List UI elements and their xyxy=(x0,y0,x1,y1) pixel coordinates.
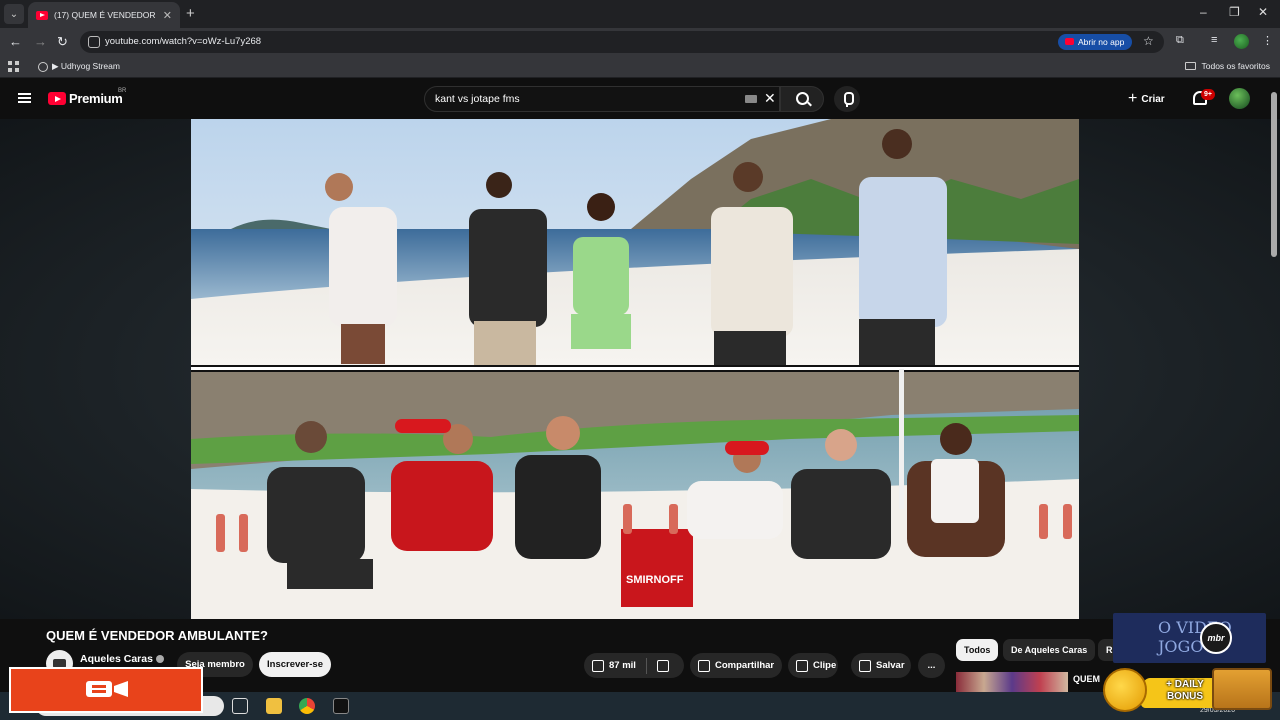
country-code: BR xyxy=(118,88,127,94)
browser-menu-icon[interactable]: ⋮ xyxy=(1262,34,1273,47)
hamburger-menu-icon[interactable] xyxy=(18,93,31,103)
channel-name-text: Aqueles Caras xyxy=(80,653,153,665)
voice-search-button[interactable] xyxy=(834,86,860,112)
restore-icon[interactable]: ❐ xyxy=(1229,5,1240,19)
close-window-icon[interactable]: ✕ xyxy=(1258,5,1268,19)
reload-icon[interactable]: ↻ xyxy=(57,34,68,50)
search-query[interactable]: kant vs jotape fms xyxy=(435,93,520,105)
file-explorer-icon[interactable] xyxy=(266,698,282,714)
youtube-favicon-icon xyxy=(36,10,48,20)
tab-title: (17) QUEM É VENDEDOR AMBUL xyxy=(54,10,157,20)
site-info-icon[interactable] xyxy=(88,36,100,48)
recommended-thumbnail[interactable] xyxy=(956,672,1068,692)
chip-all[interactable]: Todos xyxy=(956,639,999,661)
clip-button[interactable]: Clipe xyxy=(788,653,838,678)
like-icon[interactable] xyxy=(592,659,604,672)
browser-profile-icon[interactable] xyxy=(1234,34,1249,49)
channel-name[interactable]: Aqueles Caras xyxy=(80,653,164,665)
browser-tab-active[interactable]: (17) QUEM É VENDEDOR AMBUL ✕ xyxy=(28,2,180,28)
search-input[interactable]: kant vs jotape fms ✕ xyxy=(424,86,780,112)
chrome-icon[interactable] xyxy=(299,698,315,714)
youtube-logo-icon[interactable] xyxy=(48,92,66,105)
recommended-title[interactable]: QUEM xyxy=(1073,674,1100,684)
all-bookmarks-folder[interactable]: Todos os favoritos xyxy=(1185,61,1270,71)
save-button[interactable]: Salvar xyxy=(851,653,911,678)
youtube-header: Premium BR kant vs jotape fms ✕ + Criar … xyxy=(0,79,1280,119)
camera-icon xyxy=(86,681,128,697)
globe-icon xyxy=(38,61,48,72)
daily-bonus-text: + DAILY BONUS xyxy=(1155,679,1215,703)
cooler-brand-text: SMIRNOFF xyxy=(626,574,684,586)
youtube-brand[interactable]: Premium xyxy=(69,91,123,106)
subscribe-button[interactable]: Inscrever-se xyxy=(259,652,331,677)
mbr-badge: mbr xyxy=(1200,622,1232,654)
bookmark-star-icon[interactable]: ☆ xyxy=(1143,34,1154,48)
tab-search-button[interactable]: ⌄ xyxy=(4,4,24,24)
folder-icon xyxy=(1185,62,1197,70)
bookmark-udhyog-stream[interactable]: ▶ Udhyog Stream xyxy=(38,61,120,72)
create-label: Criar xyxy=(1141,93,1165,105)
more-actions-button[interactable]: ... xyxy=(918,653,945,678)
bookmarks-bar: ▶ Udhyog Stream Todos os favoritos xyxy=(0,56,1280,78)
folder-label: Todos os favoritos xyxy=(1201,61,1270,71)
tab-close-icon[interactable]: ✕ xyxy=(163,9,172,22)
apps-grid-icon[interactable] xyxy=(8,61,19,72)
bookmark-label: ▶ Udhyog Stream xyxy=(52,61,120,71)
app-icon[interactable] xyxy=(333,698,349,714)
back-arrow-icon[interactable]: ← xyxy=(9,34,22,49)
clip-label: Clipe xyxy=(813,660,837,671)
bonus-line1: + DAILY xyxy=(1166,679,1204,690)
share-button[interactable]: Compartilhar xyxy=(690,653,782,678)
like-count[interactable]: 87 mil xyxy=(609,660,636,671)
address-bar[interactable]: youtube.com/watch?v=oWz-Lu7y268 Abrir no… xyxy=(80,31,1164,53)
save-label: Salvar xyxy=(876,660,905,671)
divider xyxy=(645,657,647,674)
forward-arrow-icon[interactable]: → xyxy=(34,34,47,49)
keyboard-icon[interactable] xyxy=(745,95,757,103)
plus-icon: + xyxy=(1128,90,1138,107)
bonus-line2: BONUS xyxy=(1166,691,1204,702)
share-icon xyxy=(698,659,710,672)
search-button[interactable] xyxy=(780,86,824,112)
create-button[interactable]: + Criar xyxy=(1128,89,1165,109)
browser-tab-strip: ⌄ (17) QUEM É VENDEDOR AMBUL ✕ + – ❐ ✕ xyxy=(0,0,1280,28)
minimize-icon[interactable]: – xyxy=(1200,5,1207,19)
video-title: QUEM É VENDEDOR AMBULANTE? xyxy=(46,628,268,643)
share-label: Compartilhar xyxy=(715,660,775,671)
new-tab-button[interactable]: + xyxy=(186,5,195,22)
treasure-chest-icon xyxy=(1212,668,1272,710)
open-in-app-button[interactable]: Abrir no app xyxy=(1058,34,1133,50)
verified-check-icon xyxy=(155,655,164,664)
task-view-icon[interactable] xyxy=(232,698,248,714)
video-player[interactable]: SMIRNOFF xyxy=(191,119,1079,619)
account-avatar[interactable] xyxy=(1229,88,1250,109)
chip-from-channel[interactable]: De Aqueles Caras xyxy=(1003,639,1096,661)
page-scrollbar[interactable] xyxy=(1271,92,1277,257)
scissors-icon xyxy=(796,659,808,672)
notification-badge: 9+ xyxy=(1201,89,1215,100)
url-text[interactable]: youtube.com/watch?v=oWz-Lu7y268 xyxy=(105,36,261,47)
video-frame: SMIRNOFF xyxy=(191,119,1079,619)
like-dislike-group: 87 mil xyxy=(584,653,684,678)
browser-toolbar: ← → ↻ youtube.com/watch?v=oWz-Lu7y268 Ab… xyxy=(0,28,1280,56)
clear-search-icon[interactable]: ✕ xyxy=(764,90,776,107)
media-controls-icon[interactable]: ≡ xyxy=(1211,34,1217,46)
bonus-coin-icon xyxy=(1103,668,1147,712)
dislike-icon[interactable] xyxy=(656,659,669,672)
extensions-icon[interactable]: ⧉ xyxy=(1176,34,1184,47)
save-icon xyxy=(859,659,871,672)
